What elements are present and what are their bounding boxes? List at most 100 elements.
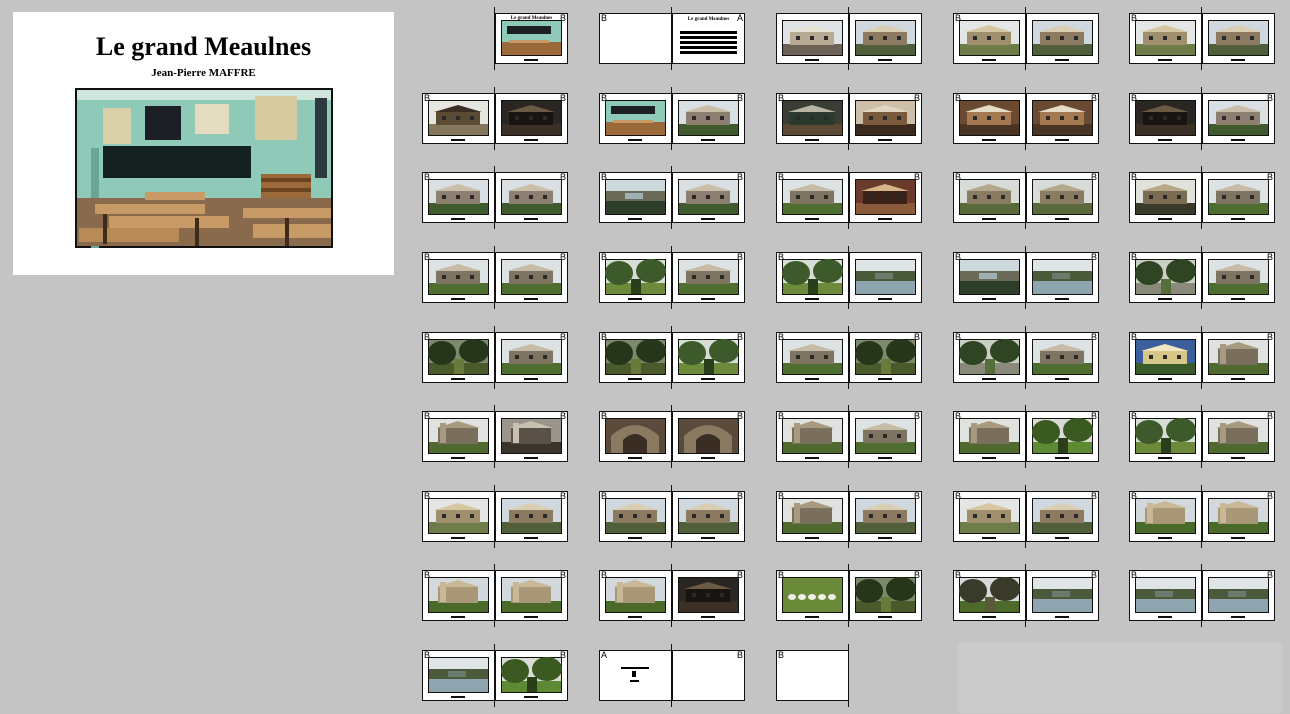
right-page[interactable]: B xyxy=(849,411,922,462)
page-spread[interactable]: BB xyxy=(422,564,568,627)
right-page[interactable]: B xyxy=(1202,332,1275,383)
left-page[interactable]: B xyxy=(776,570,849,621)
left-page[interactable]: B xyxy=(422,411,495,462)
right-page[interactable]: B xyxy=(495,411,568,462)
left-page[interactable]: B xyxy=(422,332,495,383)
right-page[interactable]: B xyxy=(1026,491,1099,542)
left-page[interactable]: B xyxy=(599,252,672,303)
right-page[interactable]: B xyxy=(672,332,745,383)
left-page[interactable]: B xyxy=(599,332,672,383)
left-page[interactable]: B xyxy=(776,491,849,542)
right-page[interactable]: B xyxy=(849,172,922,223)
right-page[interactable]: B xyxy=(849,570,922,621)
page-spread[interactable]: BB xyxy=(599,564,745,627)
left-page[interactable]: B xyxy=(776,332,849,383)
right-page[interactable]: B xyxy=(495,491,568,542)
page-spread[interactable]: BB xyxy=(1129,326,1275,389)
right-page[interactable]: B xyxy=(495,332,568,383)
right-page[interactable]: B xyxy=(672,650,745,701)
left-page[interactable]: B xyxy=(1129,13,1202,64)
right-page[interactable] xyxy=(1026,13,1099,64)
page-spread[interactable]: BB xyxy=(776,405,922,468)
left-page[interactable]: B xyxy=(1129,491,1202,542)
right-page[interactable]: A Le grand Meaulnes xyxy=(672,13,745,64)
left-page[interactable]: B xyxy=(776,650,849,701)
page-spread[interactable]: BB xyxy=(1129,246,1275,309)
page-spread[interactable]: BB xyxy=(776,166,922,229)
page-spread[interactable]: BB xyxy=(422,87,568,150)
left-page[interactable]: B xyxy=(1129,93,1202,144)
left-page[interactable]: B xyxy=(1129,332,1202,383)
right-page[interactable]: B xyxy=(672,252,745,303)
right-page[interactable]: B xyxy=(1202,491,1275,542)
right-page[interactable]: B xyxy=(1202,172,1275,223)
page-spread[interactable]: B xyxy=(776,644,922,707)
right-page[interactable]: B xyxy=(1026,93,1099,144)
page-spread[interactable]: BB xyxy=(422,485,568,548)
page-spread[interactable]: BB xyxy=(422,405,568,468)
page-spread[interactable]: BB xyxy=(599,166,745,229)
left-page[interactable]: B xyxy=(422,172,495,223)
page-spread[interactable]: B Le grand Meaulnes xyxy=(422,7,568,70)
right-page[interactable]: B xyxy=(495,172,568,223)
left-page[interactable]: B xyxy=(953,172,1026,223)
page-spread[interactable]: BB xyxy=(953,405,1099,468)
right-page[interactable]: B xyxy=(849,491,922,542)
left-page[interactable]: B xyxy=(953,252,1026,303)
left-page[interactable]: B xyxy=(776,411,849,462)
right-page[interactable]: B xyxy=(1202,93,1275,144)
page-spread[interactable]: BB xyxy=(776,564,922,627)
left-page[interactable]: B xyxy=(953,411,1026,462)
page-spread[interactable]: BB xyxy=(422,326,568,389)
left-page[interactable]: B xyxy=(422,252,495,303)
left-page[interactable]: B xyxy=(953,93,1026,144)
right-page[interactable]: B xyxy=(849,93,922,144)
left-page[interactable]: B xyxy=(599,172,672,223)
right-page[interactable]: B xyxy=(1202,570,1275,621)
right-page[interactable]: B xyxy=(672,411,745,462)
left-page[interactable]: B xyxy=(953,13,1026,64)
right-page[interactable]: B xyxy=(495,570,568,621)
left-page[interactable] xyxy=(776,13,849,64)
left-page[interactable]: B xyxy=(599,13,672,64)
page-spread[interactable]: BB xyxy=(599,326,745,389)
right-page[interactable]: B xyxy=(1202,411,1275,462)
page-spread[interactable]: BB xyxy=(776,87,922,150)
page-spread[interactable]: AB xyxy=(599,644,745,707)
right-page[interactable]: B xyxy=(672,570,745,621)
right-page[interactable]: B xyxy=(1026,570,1099,621)
left-page[interactable]: B xyxy=(1129,172,1202,223)
right-page[interactable]: B xyxy=(495,252,568,303)
right-page[interactable]: B xyxy=(495,650,568,701)
right-page[interactable]: B xyxy=(1026,411,1099,462)
page-spread[interactable]: BB xyxy=(953,246,1099,309)
left-page[interactable]: B xyxy=(422,650,495,701)
page-spread[interactable]: BB xyxy=(422,166,568,229)
page-spread[interactable]: B xyxy=(1129,7,1275,70)
right-page[interactable]: B xyxy=(849,332,922,383)
page-spread[interactable]: BB xyxy=(599,246,745,309)
right-page[interactable]: B xyxy=(495,93,568,144)
left-page[interactable]: B xyxy=(776,93,849,144)
left-page[interactable]: B xyxy=(599,570,672,621)
left-page[interactable]: A xyxy=(599,650,672,701)
page-spread[interactable]: BB xyxy=(1129,87,1275,150)
page-spread[interactable]: BB xyxy=(953,326,1099,389)
page-spread[interactable]: BB xyxy=(953,564,1099,627)
right-page[interactable]: B xyxy=(672,172,745,223)
page-spread[interactable]: BB xyxy=(1129,485,1275,548)
page-spread[interactable]: BB xyxy=(776,326,922,389)
page-spread[interactable]: BB xyxy=(953,485,1099,548)
page-spread[interactable]: B xyxy=(953,7,1099,70)
right-page[interactable]: B xyxy=(672,491,745,542)
page-spread[interactable]: BB xyxy=(599,87,745,150)
right-page[interactable]: B Le grand Meaulnes xyxy=(495,13,568,64)
right-page[interactable]: B xyxy=(672,93,745,144)
right-page[interactable] xyxy=(1202,13,1275,64)
right-page[interactable]: B xyxy=(1026,172,1099,223)
left-page[interactable]: B xyxy=(1129,570,1202,621)
page-spread[interactable]: B xyxy=(776,246,922,309)
left-page[interactable]: B xyxy=(599,491,672,542)
left-page[interactable]: B xyxy=(1129,252,1202,303)
page-spread[interactable]: B A Le grand Meaulnes xyxy=(599,7,745,70)
